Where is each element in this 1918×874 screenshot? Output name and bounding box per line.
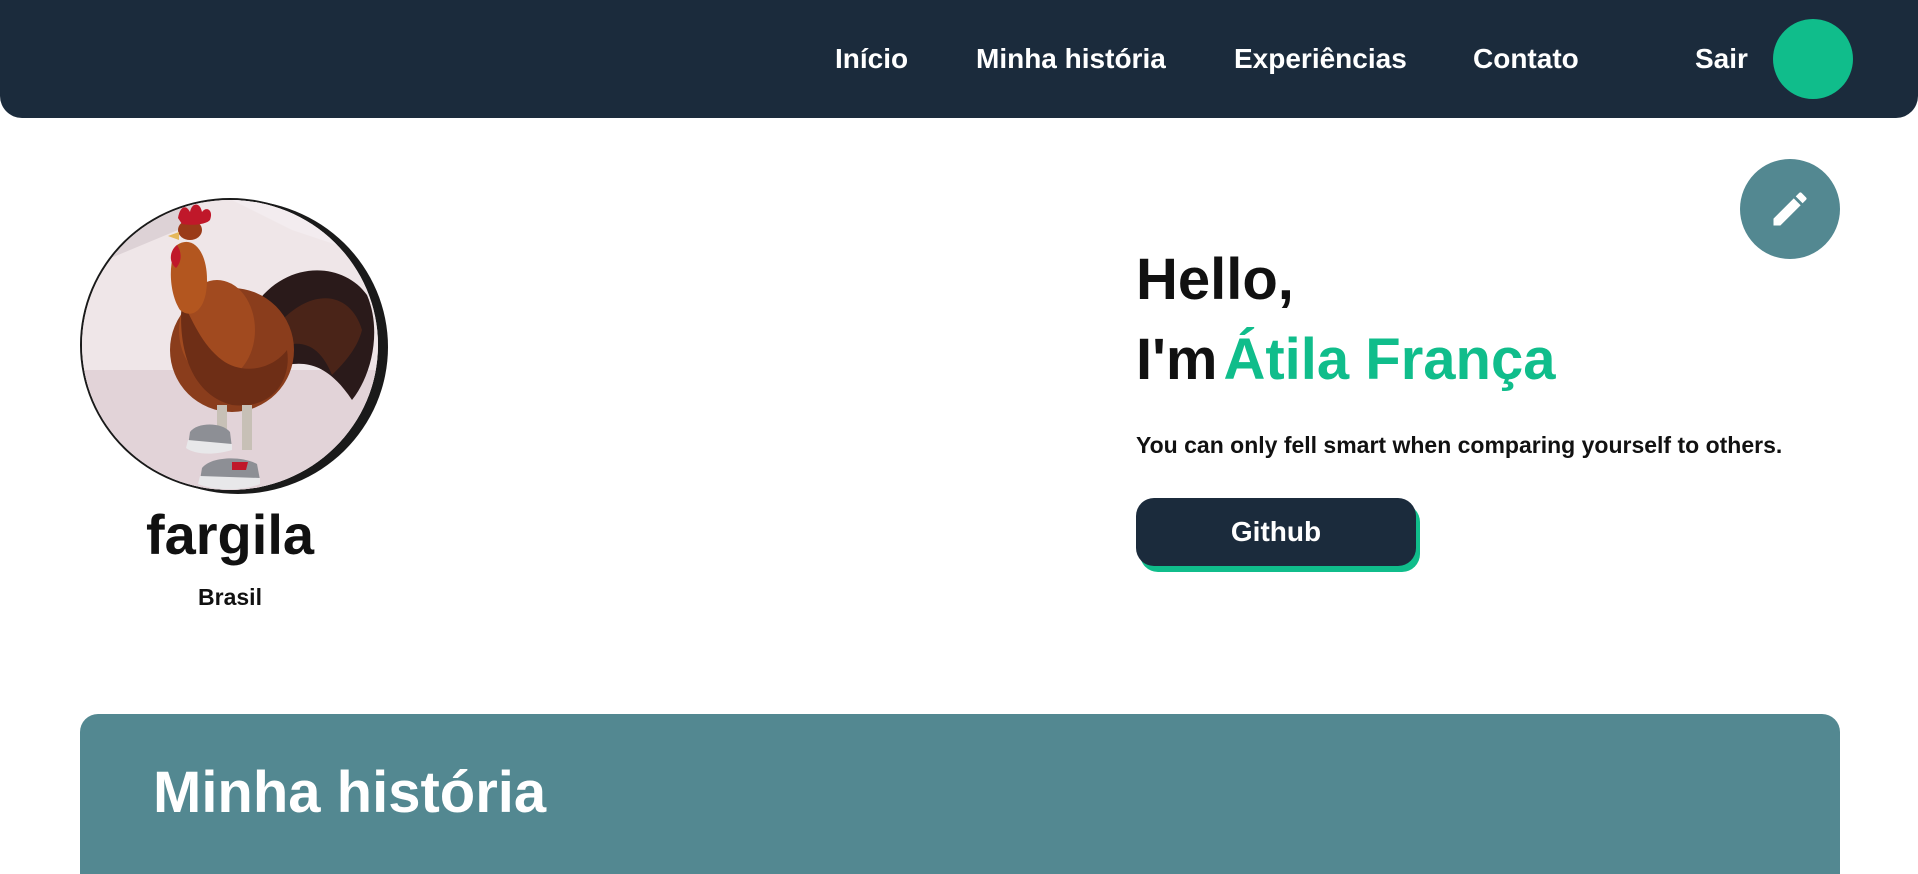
history-title: Minha história <box>153 760 547 825</box>
logout-link[interactable]: Sair <box>1695 40 1748 78</box>
greeting-prefix: I'm <box>1136 327 1218 392</box>
pencil-icon <box>1773 192 1807 226</box>
nav-link-experiencias[interactable]: Experiências <box>1234 40 1407 78</box>
rooster-photo-image <box>82 200 378 490</box>
profile-username: fargila <box>145 503 315 566</box>
nav-link-inicio[interactable]: Início <box>835 40 908 78</box>
profile-photo <box>80 198 380 492</box>
nav-link-contato[interactable]: Contato <box>1473 40 1579 78</box>
hero-greeting: Hello, I'm Átila França <box>1136 240 1555 400</box>
hero-name: Átila França <box>1223 327 1556 392</box>
github-button[interactable]: Github <box>1136 498 1416 566</box>
history-section: Minha história <box>80 714 1840 874</box>
navbar: Início Minha história Experiências Conta… <box>0 0 1918 118</box>
profile-country: Brasil <box>198 584 262 610</box>
user-avatar[interactable] <box>1773 19 1853 99</box>
greeting-line-2: I'm Átila França <box>1136 320 1555 400</box>
nav-link-minha-historia[interactable]: Minha história <box>976 40 1166 78</box>
hero-tagline: You can only fell smart when comparing y… <box>1136 432 1783 458</box>
edit-profile-button[interactable] <box>1740 159 1840 259</box>
greeting-line-1: Hello, <box>1136 247 1294 312</box>
nav-links: Início Minha história Experiências Conta… <box>0 0 1918 118</box>
